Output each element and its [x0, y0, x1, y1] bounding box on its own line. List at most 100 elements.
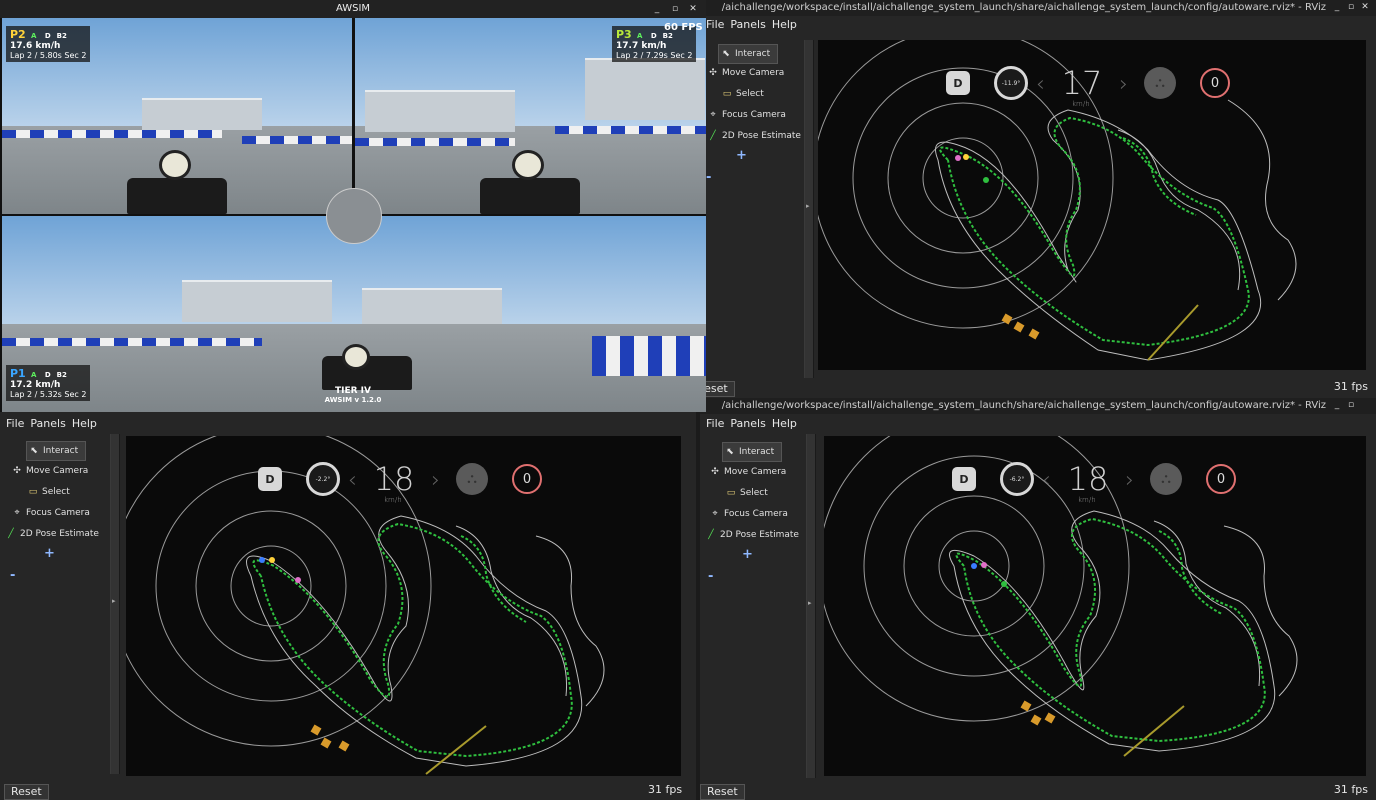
tool-move-camera[interactable]: ✣ Move Camera [10, 462, 120, 480]
tool-interact[interactable]: ⬉ Interact [26, 441, 86, 461]
kart [127, 178, 227, 214]
tools-panel: ⬉ Interact ✣ Move Camera ▭ Select ⌖ Focus Ca… [4, 438, 108, 778]
close-icon[interactable]: ✕ [688, 4, 698, 14]
speed-display: ‹ 18 km/h › [1042, 460, 1134, 504]
steering-wheel-icon: -6.2° [1000, 462, 1034, 496]
badge: D [44, 32, 51, 40]
chevron-left-icon: ‹ [1036, 72, 1045, 97]
pose-arrow-icon: ╱ [8, 529, 14, 539]
tool-move-camera[interactable]: ✣ Move Camera [706, 64, 816, 82]
player-speed: 17.2 km/h [10, 380, 61, 390]
tool-label: 2D Pose Estimate [722, 131, 801, 141]
minimize-icon[interactable]: _ [1332, 2, 1342, 12]
building [182, 280, 332, 322]
panel-splitter[interactable]: ▸ [804, 40, 814, 378]
tool-label: Interact [735, 49, 771, 59]
steer-angle: -2.2° [315, 475, 331, 483]
tool-2d-pose-estimate[interactable]: ╱ 2D Pose Estimate [704, 526, 814, 544]
tool-2d-pose-estimate[interactable]: ╱ 2D Pose Estimate [4, 525, 114, 543]
close-icon[interactable]: ✕ [1360, 2, 1370, 12]
player-speed: 17.6 km/h [10, 41, 61, 51]
speed-value: 17 [1061, 64, 1103, 102]
add-tool-button[interactable]: + [736, 148, 747, 163]
cursor-icon: ⬉ [726, 447, 734, 457]
menu-help[interactable]: Help [772, 417, 797, 430]
render-view[interactable]: D -11.9° ‹ 17 km/h › ⛬ 0 [818, 40, 1366, 370]
window-title: /aichallenge/workspace/install/aichallen… [721, 400, 1326, 411]
player-lap: Lap 2 / 5.32s Sec 2 [10, 390, 87, 399]
remove-tool-button[interactable]: - [706, 170, 711, 185]
fps-counter: 60 FPS [664, 22, 703, 33]
reset-button[interactable]: Reset [706, 381, 735, 397]
tool-label: 2D Pose Estimate [720, 530, 799, 540]
tool-focus-camera[interactable]: ⌖ Focus Camera [706, 106, 816, 124]
tier-iv-logo: TIER IV [334, 386, 371, 396]
tool-label: Select [42, 487, 70, 497]
steering-wheel-icon: -11.9° [994, 66, 1028, 100]
maximize-icon[interactable]: ▫ [670, 4, 680, 14]
collapse-arrow-icon: ▸ [112, 597, 116, 606]
add-tool-button[interactable]: + [742, 547, 753, 562]
vehicle-hud: D -11.9° ‹ 17 km/h › ⛬ 0 [946, 64, 1230, 108]
menu-file[interactable]: File [706, 417, 724, 430]
menu-panels[interactable]: Panels [730, 18, 765, 31]
tool-label: Move Camera [722, 68, 785, 78]
maximize-icon[interactable]: ▫ [1346, 400, 1356, 410]
maximize-icon[interactable]: ▫ [1346, 2, 1356, 12]
gear-indicator: D [258, 467, 282, 491]
tool-label: 2D Pose Estimate [20, 529, 99, 539]
minimize-icon[interactable]: _ [1332, 400, 1342, 410]
cursor-icon: ⬉ [722, 49, 730, 59]
remove-tool-button[interactable]: - [708, 569, 713, 584]
reset-button[interactable]: Reset [4, 784, 49, 800]
player-position: P2 [10, 28, 26, 41]
speed-value: 18 [373, 460, 415, 498]
remove-tool-button[interactable]: - [10, 568, 15, 583]
render-view[interactable]: D -6.2° ‹ 18 km/h › ⛬ 0 [824, 436, 1366, 776]
select-icon: ▭ [722, 89, 732, 99]
tool-label: Move Camera [26, 466, 89, 476]
badge: B2 [56, 32, 67, 40]
steer-angle: -11.9° [1001, 79, 1021, 87]
badge: D [650, 32, 657, 40]
menu-help[interactable]: Help [72, 417, 97, 430]
render-view[interactable]: D -2.2° ‹ 18 km/h › ⛬ 0 [126, 436, 681, 776]
menu-file[interactable]: File [6, 417, 24, 430]
gear-indicator: D [946, 71, 970, 95]
fps-readout: 31 fps [1333, 783, 1368, 796]
tool-select[interactable]: ▭ Select [724, 484, 834, 502]
tool-2d-pose-estimate[interactable]: ╱ 2D Pose Estimate [706, 127, 816, 145]
badge: A [637, 32, 643, 40]
tool-move-camera[interactable]: ✣ Move Camera [708, 463, 818, 481]
pose-arrow-icon: ╱ [708, 530, 714, 540]
move-icon: ✣ [711, 467, 719, 477]
badge: A [31, 32, 37, 40]
player-lap: Lap 2 / 5.80s Sec 2 [10, 51, 87, 60]
add-tool-button[interactable]: + [44, 546, 55, 561]
traffic-light-icon: ⛬ [1144, 67, 1176, 99]
player-speed: 17.7 km/h [616, 41, 667, 51]
traffic-light-icon: ⛬ [1150, 463, 1182, 495]
tool-focus-camera[interactable]: ⌖ Focus Camera [10, 504, 120, 522]
tool-focus-camera[interactable]: ⌖ Focus Camera [708, 505, 818, 523]
menu-file[interactable]: File [706, 18, 724, 31]
speed-unit: km/h [1072, 100, 1090, 108]
tool-interact[interactable]: ⬉ Interact [718, 44, 778, 64]
tool-interact[interactable]: ⬉ Interact [722, 442, 782, 462]
driver-helmet [159, 150, 191, 180]
menu-panels[interactable]: Panels [730, 417, 765, 430]
tools-panel: ⬉ Interact ✣ Move Camera ▭ Select ⌖ Focus Ca… [704, 440, 804, 780]
reset-button[interactable]: Reset [700, 784, 745, 800]
building [585, 58, 705, 120]
panel-splitter[interactable]: ▸ [806, 434, 816, 778]
menu-panels[interactable]: Panels [30, 417, 65, 430]
chevron-right-icon: › [431, 468, 440, 493]
track-barrier [2, 338, 262, 346]
gear-indicator: D [952, 467, 976, 491]
minimize-icon[interactable]: _ [652, 4, 662, 14]
tool-label: Focus Camera [722, 110, 786, 120]
speed-unit: km/h [384, 496, 402, 504]
menu-help[interactable]: Help [772, 18, 797, 31]
panel-splitter[interactable]: ▸ [110, 434, 120, 774]
badge: B2 [662, 32, 673, 40]
